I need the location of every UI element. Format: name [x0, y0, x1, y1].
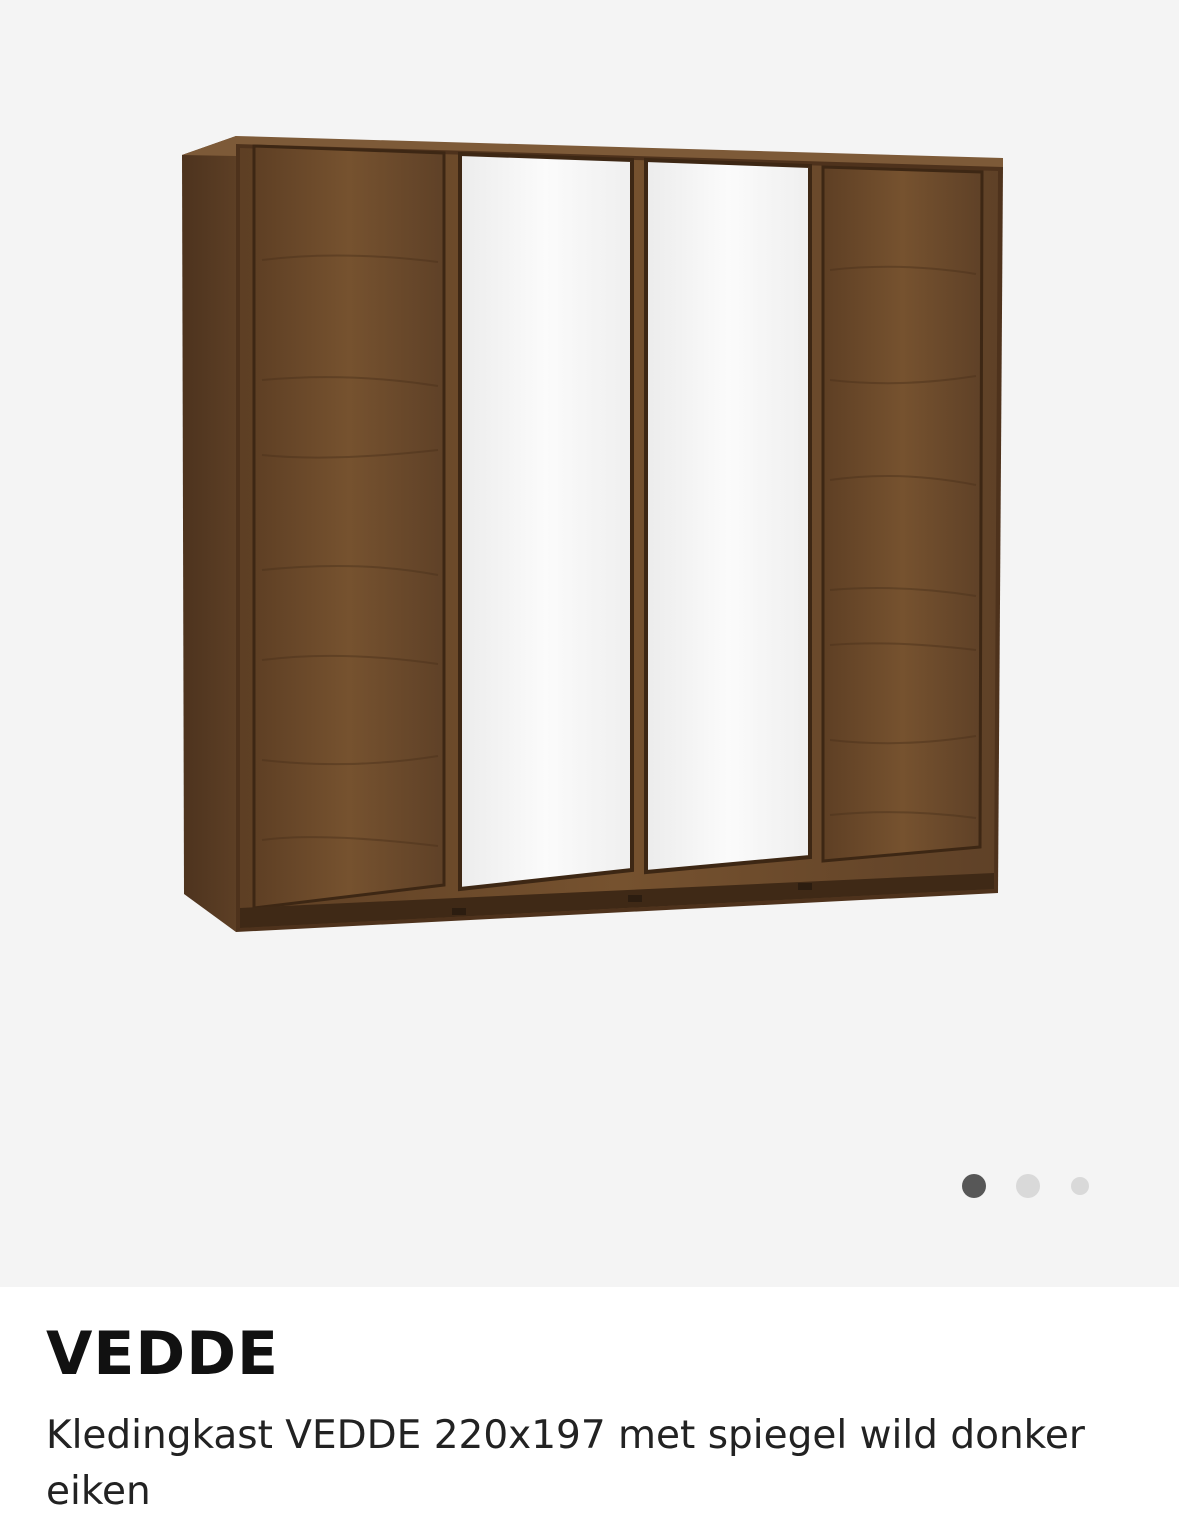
- product-description: Kledingkast VEDDE 220x197 met spiegel wi…: [46, 1413, 1085, 1514]
- carousel-dots: [962, 1174, 1089, 1198]
- image-gallery[interactable]: [0, 0, 1179, 1287]
- carousel-dot-1[interactable]: [962, 1174, 986, 1198]
- product-image[interactable]: [0, 0, 1179, 1287]
- product-title: VEDDE: [46, 1319, 280, 1389]
- right-mirror-door: [644, 157, 812, 875]
- carousel-dot-3[interactable]: [1071, 1177, 1089, 1195]
- left-mirror-door: [458, 151, 634, 892]
- carousel-dot-2[interactable]: [1016, 1174, 1040, 1198]
